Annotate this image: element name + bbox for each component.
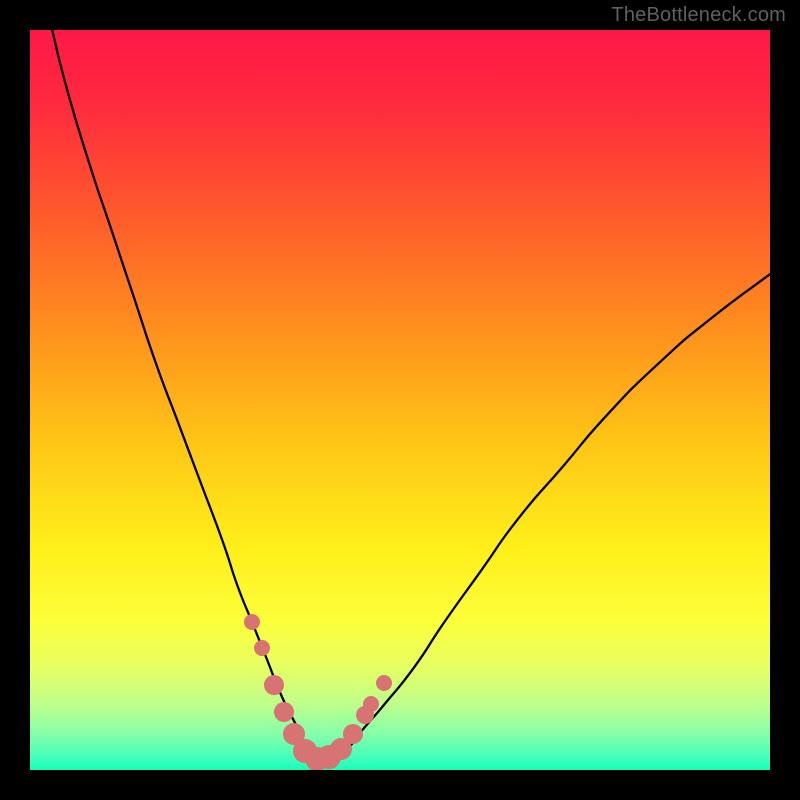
curve-marker	[264, 675, 284, 695]
curve-marker	[343, 724, 363, 744]
bottleneck-curve	[52, 30, 770, 760]
curve-marker	[244, 614, 260, 630]
curve-marker	[254, 640, 270, 656]
chart-container: TheBottleneck.com	[0, 0, 800, 800]
curve-marker	[363, 696, 379, 712]
curve-marker	[274, 702, 294, 722]
plot-area	[30, 30, 770, 770]
curve-layer	[30, 30, 770, 770]
watermark-text: TheBottleneck.com	[611, 4, 786, 27]
curve-marker	[376, 675, 392, 691]
